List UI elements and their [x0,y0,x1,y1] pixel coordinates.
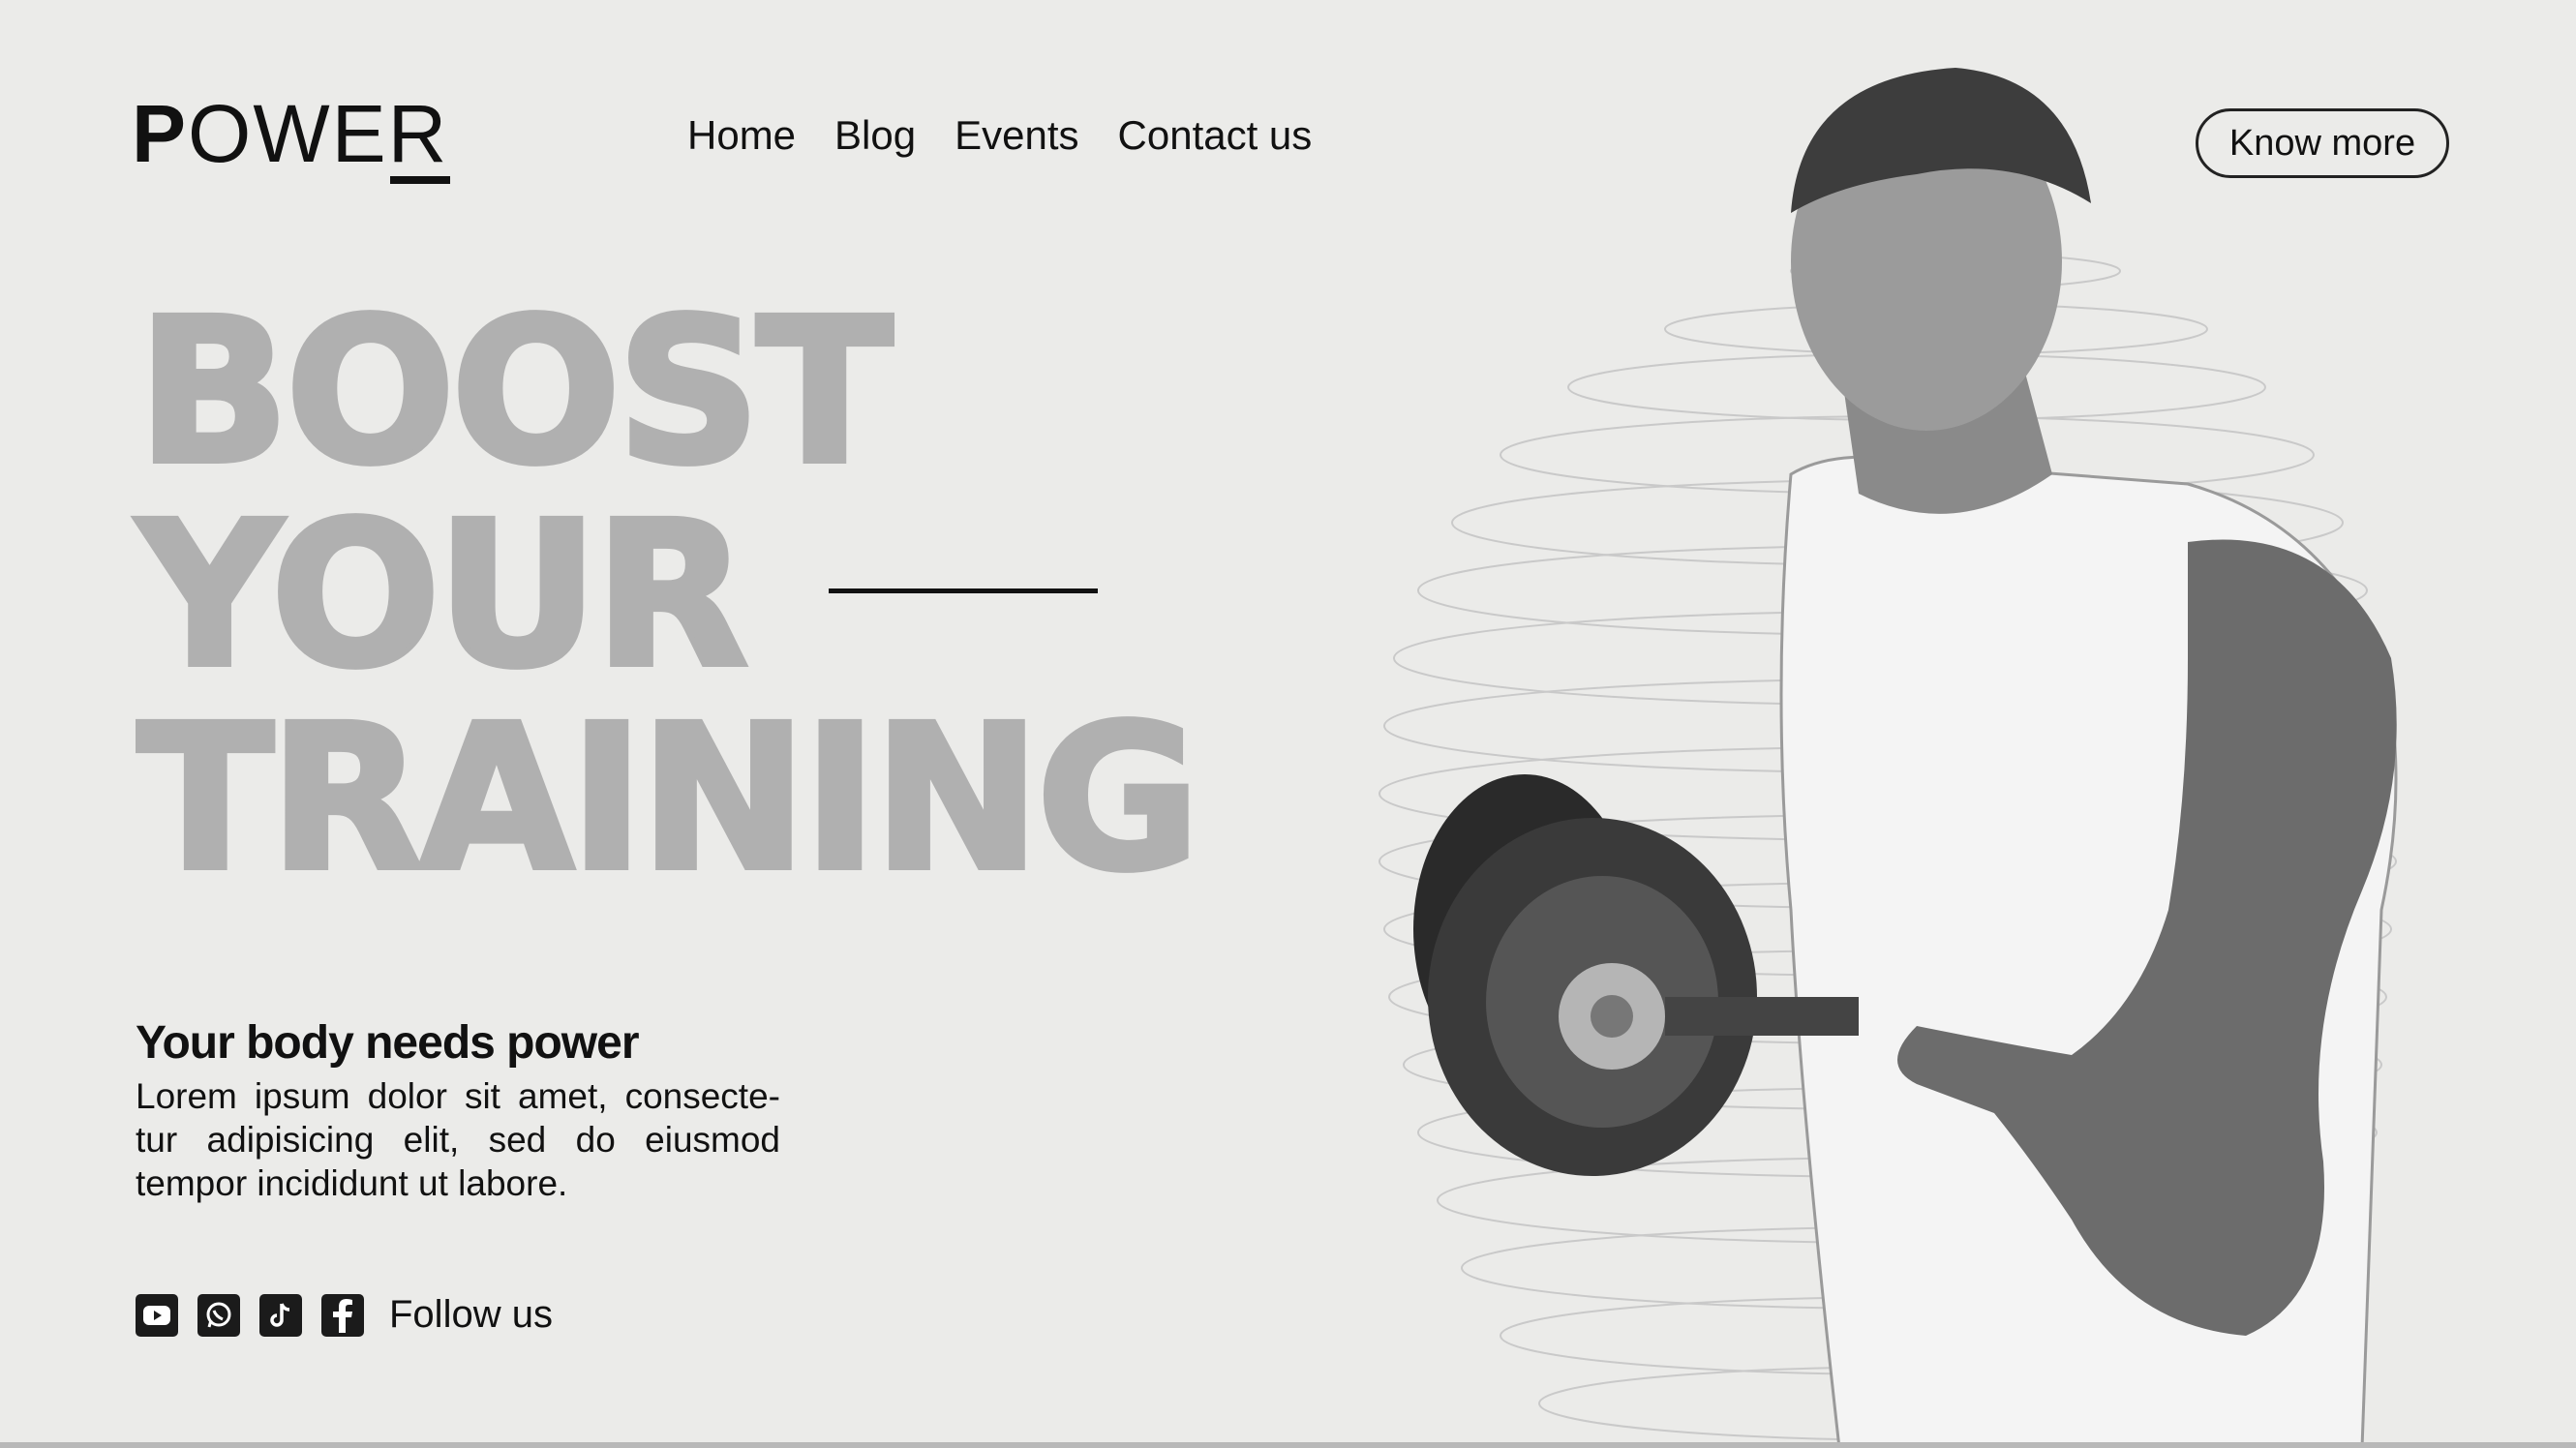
logo-text: OWER [188,88,449,179]
nav-contact[interactable]: Contact us [1118,112,1313,159]
nav-events[interactable]: Events [955,112,1078,159]
follow-us-label: Follow us [389,1293,553,1336]
hero-line-2: YOUR [135,479,751,711]
hero-divider [829,588,1098,593]
logo-initial: P [132,88,189,179]
hero-line-1: BOOST [135,276,895,508]
intro-subtitle: Your body needs power [136,1017,640,1069]
youtube-icon[interactable] [136,1293,178,1337]
logo[interactable]: POWER [132,93,448,174]
main-nav: Home Blog Events Contact us [687,112,1312,159]
athlete-photo [1379,68,2398,1448]
hero-headline: BOOST YOUR TRAINING [135,276,1203,915]
whatsapp-icon[interactable] [197,1293,240,1337]
landing-page: POWER Home Blog Events Contact us Know m… [0,0,2576,1448]
hero-line-3: TRAINING [135,682,1203,915]
bottom-border [0,1442,2576,1448]
facebook-icon[interactable] [321,1293,364,1337]
intro-body: Lorem ipsum dolor sit amet, consecte-tur… [136,1076,780,1203]
tiktok-icon[interactable] [259,1293,302,1337]
nav-blog[interactable]: Blog [834,112,916,159]
nav-home[interactable]: Home [687,112,796,159]
logo-underscore [390,176,450,184]
social-links: Follow us [136,1293,553,1337]
